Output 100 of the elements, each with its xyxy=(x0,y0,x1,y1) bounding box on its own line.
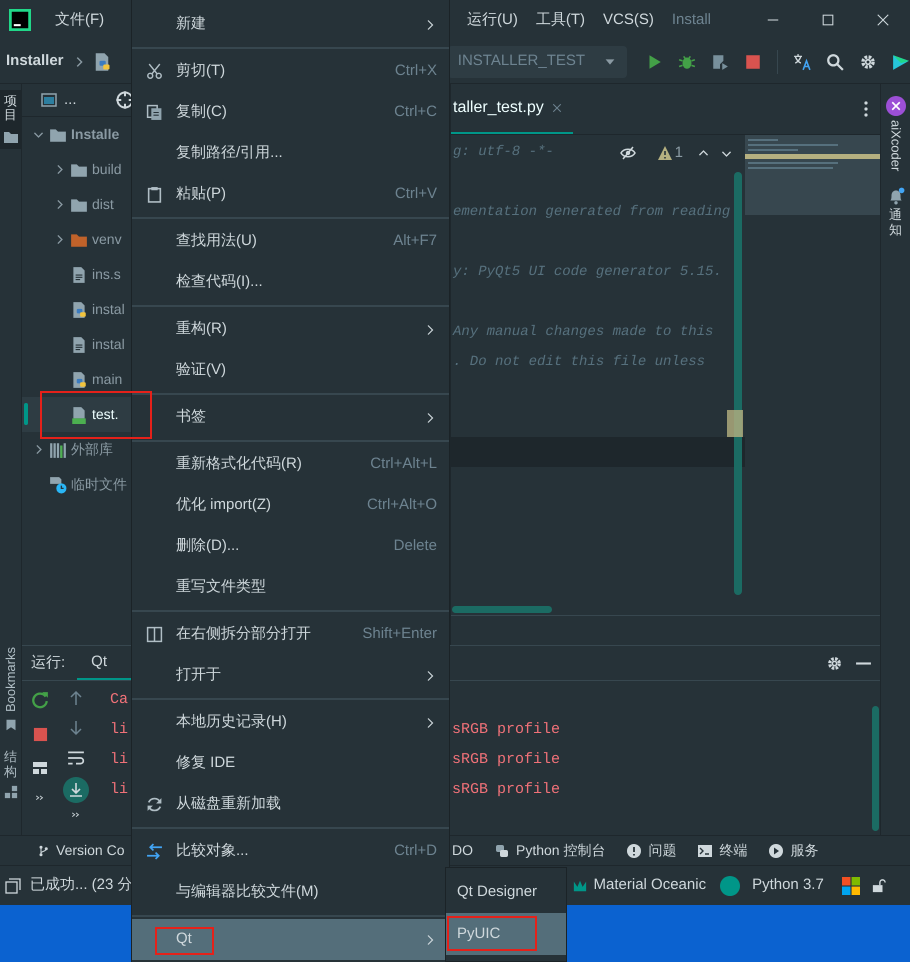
menu-item[interactable]: 复制路径/引用... xyxy=(132,133,449,174)
menu-item[interactable]: 剪切(T) Ctrl+X xyxy=(132,51,449,92)
tree-item[interactable]: ins.s xyxy=(22,257,131,292)
console-text: sRGB profile xyxy=(452,780,560,800)
tool-window-button[interactable]: Version Co xyxy=(38,840,124,861)
breadcrumb[interactable]: Installer xyxy=(0,50,64,73)
scratch-file-icon xyxy=(49,476,67,494)
code-line: g: utf-8 -*- xyxy=(452,143,554,162)
close-icon xyxy=(876,13,890,27)
theme-icon xyxy=(572,878,587,892)
menu-item[interactable]: VCS(S) xyxy=(594,8,662,32)
menu-item[interactable]: 书签 xyxy=(132,397,449,438)
app-logo-icon xyxy=(9,9,31,31)
code-line: Any manual changes made to this xyxy=(451,323,714,342)
soft-wrap-icon[interactable] xyxy=(67,749,85,767)
tool-window-button[interactable]: 终端 xyxy=(697,840,748,861)
menu-item[interactable]: 优化 import(Z) Ctrl+Alt+O xyxy=(132,485,449,526)
tree-item[interactable]: dist xyxy=(22,187,131,222)
stop-icon[interactable] xyxy=(32,727,48,742)
menu-item[interactable]: 粘贴(P) Ctrl+V xyxy=(132,174,449,215)
python-icon xyxy=(494,842,510,858)
settings-icon[interactable] xyxy=(826,654,843,672)
tool-tab[interactable]: 结构 xyxy=(0,748,22,801)
scissors-icon xyxy=(146,63,163,80)
terminal-icon xyxy=(697,842,714,858)
menu-item[interactable]: 修复 IDE xyxy=(132,743,449,784)
eye-crossed-icon[interactable] xyxy=(618,145,637,162)
tree-item[interactable]: Installe xyxy=(22,117,131,152)
tool-window-button[interactable]: 服务 xyxy=(768,840,818,861)
menu-item[interactable]: 新建 xyxy=(132,4,449,45)
panel-toggle-icon[interactable] xyxy=(5,878,21,894)
compare-arrows-icon xyxy=(146,843,163,860)
menu-item[interactable]: 删除(D)... Delete xyxy=(132,526,449,567)
tool-tab[interactable]: 通知 xyxy=(886,187,904,237)
plugin-logo-icon[interactable] xyxy=(892,52,910,70)
menu-item[interactable]: Qt Designer xyxy=(446,871,566,913)
stop-icon[interactable] xyxy=(744,52,762,70)
console-text: li xyxy=(110,720,128,738)
horizontal-scrollbar[interactable] xyxy=(452,606,552,613)
menu-item[interactable]: 验证(V) xyxy=(132,350,449,391)
tree-item[interactable]: build xyxy=(22,152,131,187)
reload-icon xyxy=(146,796,163,813)
tool-tab[interactable]: aiXcoder xyxy=(886,96,906,172)
more-icon[interactable] xyxy=(864,101,868,117)
tree-item[interactable]: 外部库 xyxy=(22,432,131,467)
status-message: 已成功... (23 分 xyxy=(30,875,133,896)
close-icon[interactable] xyxy=(552,103,562,113)
search-icon[interactable] xyxy=(826,52,844,70)
menu-item[interactable]: 文件(F) xyxy=(47,8,112,32)
view-selector[interactable]: ... xyxy=(64,88,77,112)
selection-marker xyxy=(24,403,28,425)
services-icon xyxy=(768,842,784,858)
console-text: li xyxy=(110,750,128,768)
tool-window-button[interactable]: 问题 xyxy=(626,840,676,861)
layout-icon[interactable] xyxy=(31,760,49,776)
tool-tab[interactable]: Bookmarks xyxy=(0,645,22,734)
menu-item[interactable]: 比较对象... Ctrl+D xyxy=(132,831,449,872)
console-text: li xyxy=(110,780,128,798)
library-icon xyxy=(49,440,67,458)
menu-item[interactable]: 检查代码(I)... xyxy=(132,262,449,303)
settings-icon[interactable] xyxy=(859,52,877,70)
menu-item[interactable]: 与编辑器比较文件(M) xyxy=(132,872,449,913)
menu-item[interactable]: 工具(T) xyxy=(528,8,593,32)
warning-icon[interactable] xyxy=(656,145,673,162)
coverage-icon[interactable] xyxy=(711,52,729,70)
tool-window-button[interactable]: DO xyxy=(452,840,473,861)
theme-widget[interactable]: Material Oceanic xyxy=(572,874,706,897)
menu-item[interactable]: 重构(R) xyxy=(132,309,449,350)
tree-item[interactable]: instal xyxy=(22,292,131,327)
warning-count: 1 xyxy=(674,143,683,163)
rerun-icon[interactable] xyxy=(31,691,49,709)
interpreter-widget[interactable]: Python 3.7 xyxy=(752,874,824,897)
tree-item[interactable]: test. xyxy=(22,397,131,432)
menu-item[interactable]: 运行(U) xyxy=(459,8,526,32)
windows-logo-icon xyxy=(842,876,860,894)
tool-window-button[interactable]: Python 控制台 xyxy=(494,840,606,861)
menu-item[interactable]: PyUIC xyxy=(446,913,566,955)
tree-item[interactable]: 临时文件 xyxy=(22,467,131,502)
menu-item[interactable]: 复制(C) Ctrl+C xyxy=(132,92,449,133)
tree-item[interactable]: main xyxy=(22,362,131,397)
split-view-icon xyxy=(146,626,163,643)
console-text: sRGB profile xyxy=(452,750,560,770)
vertical-scrollbar[interactable] xyxy=(872,706,879,831)
plugin-icon xyxy=(886,96,906,116)
translate-icon[interactable] xyxy=(793,52,811,70)
error-stripe-mark xyxy=(727,410,743,437)
tool-tab[interactable]: 项目 xyxy=(0,90,22,149)
console-text: Ca xyxy=(110,690,128,708)
scroll-to-end-icon[interactable] xyxy=(63,777,89,803)
problems-icon xyxy=(626,842,642,858)
menu-item[interactable]: 重新格式化代码(R) Ctrl+Alt+L xyxy=(132,444,449,485)
menu-item[interactable]: 重写文件类型 xyxy=(132,567,449,608)
menu-item[interactable]: 本地历史记录(H) xyxy=(132,702,449,743)
clipboard-icon xyxy=(146,186,163,203)
tree-item[interactable]: instal xyxy=(22,327,131,362)
menu-item[interactable]: 查找用法(U) Alt+F7 xyxy=(132,221,449,262)
console-text: sRGB profile xyxy=(452,720,560,740)
menu-item[interactable]: 从磁盘重新加载 xyxy=(132,784,449,825)
tree-item[interactable]: venv xyxy=(22,222,131,257)
vertical-scrollbar[interactable] xyxy=(734,172,742,595)
